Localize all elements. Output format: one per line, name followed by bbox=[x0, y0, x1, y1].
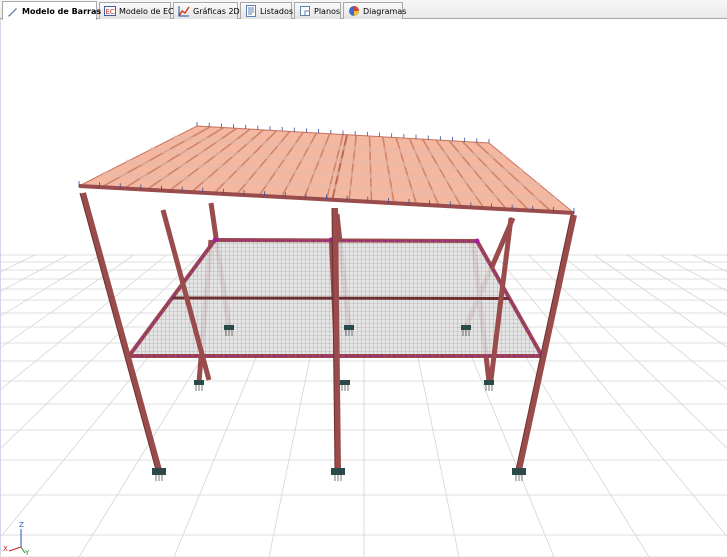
column bbox=[332, 207, 341, 471]
tab-label: Gráficas 2D bbox=[193, 6, 240, 16]
tab-label: Planos bbox=[314, 6, 341, 16]
support-plate bbox=[152, 468, 166, 475]
axis-triad: Z X Y bbox=[3, 521, 30, 555]
z-axis-label: Z bbox=[19, 521, 24, 529]
y-axis-label: Y bbox=[24, 549, 30, 555]
tab-graficas-2d[interactable]: Gráficas 2D bbox=[173, 2, 240, 19]
tab-listados[interactable]: Listados bbox=[240, 2, 294, 19]
structure-3d-view[interactable] bbox=[1, 19, 727, 557]
tab-planos[interactable]: Planos bbox=[294, 2, 341, 19]
support-plate bbox=[484, 380, 494, 385]
chart-2d-icon bbox=[178, 5, 190, 17]
x-axis-label: X bbox=[3, 545, 8, 553]
floor-node bbox=[474, 238, 480, 244]
pencil-icon bbox=[7, 5, 19, 17]
support-plate bbox=[512, 468, 526, 475]
support-plate bbox=[224, 325, 234, 330]
tab-modelo-de-barras[interactable]: Modelo de Barras bbox=[2, 1, 101, 20]
floor-node bbox=[212, 237, 218, 243]
svg-text:EC: EC bbox=[106, 8, 115, 16]
drawing-sheet-icon bbox=[299, 5, 311, 17]
x-axis-line bbox=[8, 546, 22, 552]
floor-beam-cross bbox=[171, 296, 510, 300]
tab-label: Diagramas bbox=[363, 6, 407, 16]
tab-bar: Modelo de Barras EC Modelo de EC Gráfica… bbox=[0, 0, 727, 20]
tab-label: Listados bbox=[260, 6, 294, 16]
list-icon bbox=[245, 5, 257, 17]
tab-diagramas[interactable]: Diagramas bbox=[343, 2, 407, 19]
support-plate bbox=[340, 380, 350, 385]
tab-modelo-de-ec[interactable]: EC Modelo de EC bbox=[99, 2, 174, 19]
tab-label: Modelo de EC bbox=[119, 6, 174, 16]
3d-viewport[interactable]: Z X Y bbox=[0, 19, 727, 557]
support-plate bbox=[461, 325, 471, 330]
ec-model-icon: EC bbox=[104, 5, 116, 17]
support-plate bbox=[331, 468, 345, 475]
column-edge bbox=[79, 192, 157, 471]
roof bbox=[77, 122, 576, 215]
diagram-icon bbox=[348, 5, 360, 17]
tab-label: Modelo de Barras bbox=[22, 6, 102, 16]
support-plate bbox=[194, 380, 204, 385]
support-plate bbox=[344, 325, 354, 330]
